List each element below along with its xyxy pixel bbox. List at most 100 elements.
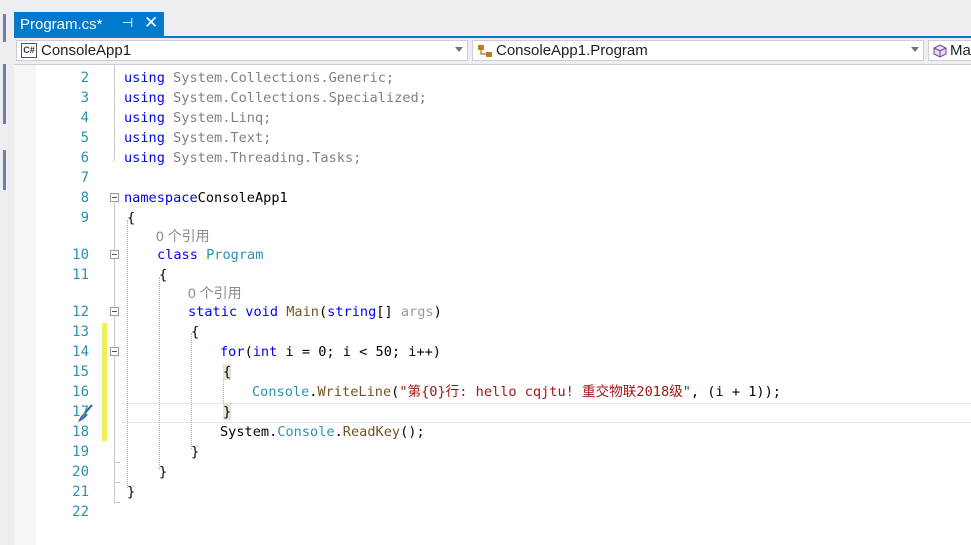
collapse-for-toggle[interactable] (110, 347, 119, 356)
code-line[interactable]: } (159, 462, 167, 482)
line-number: 18 (72, 424, 89, 440)
code-token: System.Linq; (164, 110, 272, 126)
line-number: 16 (72, 384, 89, 400)
line-number: 21 (72, 484, 89, 500)
line-number: 6 (80, 150, 89, 166)
member-dropdown-label: Ma (950, 42, 971, 59)
code-token: } (223, 404, 232, 420)
codelens-references[interactable]: 0 个引用 (188, 284, 242, 302)
code-token: namespace (124, 190, 198, 206)
code-token: { (159, 267, 168, 283)
code-token: int (252, 344, 278, 360)
outline-end (114, 502, 120, 503)
code-line[interactable]: using System.Collections.Specialized; (124, 88, 427, 108)
tab-title: Program.cs* (20, 15, 103, 33)
code-token: i = 0; i < 50; i++) (277, 344, 441, 360)
glyph-margin (14, 65, 36, 545)
line-number: 4 (80, 110, 89, 126)
toolwindow-tab-marker[interactable] (3, 64, 6, 124)
left-toolwindow-strip[interactable] (0, 0, 15, 545)
outline-end (114, 482, 120, 483)
code-token: Console (252, 384, 310, 400)
indent-guide (191, 333, 192, 449)
codelens-references[interactable]: 0 个引用 (156, 227, 210, 245)
code-token: (); (400, 424, 425, 440)
line-number: 14 (72, 344, 89, 360)
code-token: ( (244, 344, 253, 360)
code-line[interactable]: class Program (157, 245, 263, 265)
line-number: 3 (80, 90, 89, 106)
code-token: static void (188, 304, 279, 320)
line-number: 15 (72, 364, 89, 380)
code-editor[interactable]: 2 using System.Collections.Generic; 3 using… (14, 65, 971, 545)
code-line[interactable]: { (223, 362, 232, 382)
outline-line (114, 65, 115, 161)
toolwindow-tab-marker[interactable] (3, 150, 6, 190)
code-token: } (191, 444, 200, 460)
code-token: using (124, 70, 165, 86)
class-dropdown[interactable]: ConsoleApp1.Program (472, 40, 924, 61)
code-token: "第{0}行: hello cqjtu! 重交物联2018级" (399, 384, 691, 400)
code-token: class (157, 247, 198, 263)
navigation-bar: C# ConsoleApp1 ConsoleApp1.Program Ma (14, 38, 971, 65)
line-number: 13 (72, 324, 89, 340)
code-token: { (223, 364, 232, 380)
method-cube-icon (933, 43, 947, 58)
code-line[interactable]: using System.Threading.Tasks; (124, 148, 361, 168)
code-token: using (124, 130, 165, 146)
code-line[interactable]: System.Console.ReadKey(); (220, 422, 425, 442)
code-line[interactable]: } (127, 482, 135, 502)
project-dropdown[interactable]: C# ConsoleApp1 (16, 40, 468, 61)
code-token: System.Text; (164, 130, 272, 146)
tab-program-cs[interactable]: Program.cs* ⊣ ✕ (14, 12, 164, 36)
code-line[interactable]: { (159, 265, 167, 285)
code-line[interactable]: } (191, 442, 199, 462)
code-line[interactable]: using System.Linq; (124, 108, 271, 128)
code-token: Main (286, 304, 319, 320)
code-token: ( (318, 304, 328, 320)
code-line[interactable]: using System.Collections.Generic; (124, 68, 394, 88)
code-line[interactable]: } (223, 402, 232, 422)
code-token: } (127, 484, 136, 500)
code-line[interactable]: { (191, 322, 199, 342)
csharp-project-icon: C# (21, 43, 37, 58)
change-tracking-bar (102, 323, 107, 441)
current-line-highlight (122, 403, 971, 423)
line-number: 8 (80, 190, 89, 206)
pin-icon[interactable]: ⊣ (122, 15, 133, 31)
chevron-down-icon[interactable] (455, 47, 463, 52)
code-token: Program (206, 247, 264, 263)
code-token: System.Collections.Specialized; (164, 90, 427, 106)
code-line[interactable]: Console.WriteLine("第{0}行: hello cqjtu! 重… (252, 382, 781, 402)
code-token: { (191, 324, 200, 340)
line-number: 7 (80, 170, 89, 186)
code-line[interactable]: namespaceConsoleApp1 (124, 188, 288, 208)
code-token: System. (220, 424, 278, 440)
code-token: ConsoleApp1 (197, 190, 288, 206)
line-number: 19 (72, 444, 89, 460)
code-line[interactable]: { (127, 208, 135, 228)
collapse-namespace-toggle[interactable] (110, 193, 119, 202)
code-line[interactable]: for(int i = 0; i < 50; i++) (220, 342, 441, 362)
document-tab-strip: Program.cs* ⊣ ✕ (14, 0, 971, 38)
code-token: string (327, 304, 377, 320)
collapse-method-toggle[interactable] (110, 307, 119, 316)
code-line[interactable]: using System.Text; (124, 128, 271, 148)
close-icon[interactable]: ✕ (144, 13, 158, 33)
collapse-class-toggle[interactable] (110, 250, 119, 259)
line-number: 17 (72, 404, 89, 420)
code-token: [] (376, 304, 401, 320)
toolwindow-tab-marker[interactable] (3, 14, 6, 42)
code-token: using (124, 90, 165, 106)
chevron-down-icon[interactable] (911, 47, 919, 52)
code-token: using (124, 150, 165, 166)
member-dropdown[interactable]: Ma (928, 40, 971, 61)
indent-guide (127, 220, 128, 488)
code-token: . (334, 424, 343, 440)
line-number: 2 (80, 70, 89, 86)
code-line[interactable]: static void Main(string[] args) (188, 302, 442, 322)
class-icon (477, 44, 493, 58)
line-number: 5 (80, 130, 89, 146)
class-dropdown-label: ConsoleApp1.Program (496, 42, 648, 59)
